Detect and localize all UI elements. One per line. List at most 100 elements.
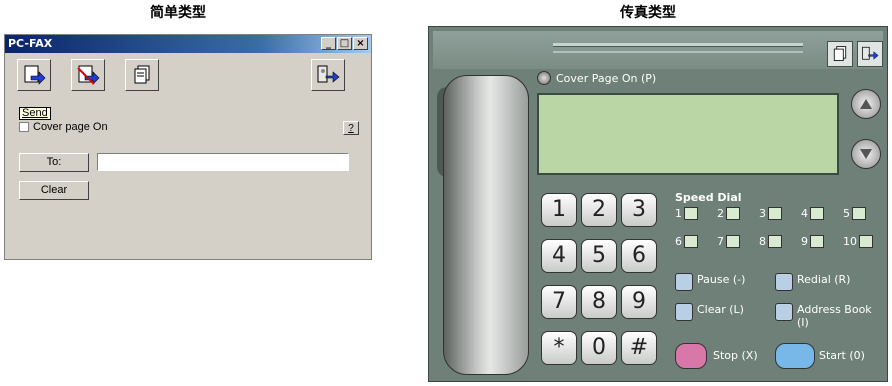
key-5[interactable]: 5 — [581, 239, 617, 273]
cancel-send-button[interactable] — [71, 59, 105, 91]
redial-label: Redial (R) — [797, 273, 851, 286]
pause-key[interactable] — [675, 273, 693, 291]
speed-dial-6[interactable]: 6 — [675, 235, 698, 248]
fax-style-button[interactable] — [125, 59, 159, 91]
speed-dial-10[interactable]: 10 — [843, 235, 873, 248]
cover-page-label: Cover page On — [33, 121, 108, 133]
to-field[interactable] — [97, 153, 349, 171]
speed-dial-label: 8 — [759, 235, 766, 248]
speed-dial-4[interactable]: 4 — [801, 207, 824, 220]
speed-dial-box[interactable] — [768, 207, 782, 220]
maximize-button[interactable]: □ — [337, 37, 352, 50]
key-star[interactable]: * — [541, 331, 577, 365]
document-icon — [833, 46, 847, 61]
triangle-down-icon — [860, 149, 872, 159]
speed-dial-label: 7 — [717, 235, 724, 248]
speed-dial-2[interactable]: 2 — [717, 207, 740, 220]
minimize-button[interactable]: _ — [321, 37, 336, 50]
document-icon — [134, 65, 150, 84]
key-1[interactable]: 1 — [541, 193, 577, 227]
speed-dial-label: 9 — [801, 235, 808, 248]
address-book-shortcut: (I) — [797, 316, 809, 329]
paper-slot — [553, 43, 803, 47]
fax-top-bar — [433, 31, 883, 69]
speed-dial-box[interactable] — [768, 235, 782, 248]
key-2[interactable]: 2 — [581, 193, 617, 227]
speed-dial-box[interactable] — [810, 207, 824, 220]
start-button[interactable] — [775, 343, 815, 369]
stop-button[interactable] — [675, 343, 707, 369]
clear-key[interactable] — [675, 303, 693, 321]
cover-page-checkbox[interactable] — [19, 122, 29, 132]
key-4[interactable]: 4 — [541, 239, 577, 273]
address-book-button[interactable]: Address Book (I) — [775, 303, 872, 329]
paper-slot-lower — [553, 51, 803, 53]
stop-label: Stop (X) — [713, 349, 758, 362]
address-book-label: Address Book — [797, 303, 872, 316]
triangle-up-icon — [860, 99, 872, 109]
key-3[interactable]: 3 — [621, 193, 657, 227]
speed-dial-box[interactable] — [810, 235, 824, 248]
cover-page-toggle[interactable]: Cover Page On (P) — [537, 71, 656, 85]
speed-dial-box[interactable] — [859, 235, 873, 248]
clear-button[interactable]: Clear — [19, 181, 89, 200]
key-7[interactable]: 7 — [541, 285, 577, 319]
pc-fax-fax-panel: Cover Page On (P) 1 2 3 4 5 6 7 8 9 * 0 … — [428, 26, 888, 382]
scroll-down-button[interactable] — [851, 139, 881, 169]
speed-dial-box[interactable] — [852, 207, 866, 220]
handset — [443, 75, 529, 375]
window-title: PC-FAX — [8, 37, 53, 50]
speed-dial-box[interactable] — [684, 235, 698, 248]
clear-label: Clear (L) — [697, 303, 744, 316]
speed-dial-label: 6 — [675, 235, 682, 248]
lcd-display — [537, 93, 839, 175]
speed-dial-label: 2 — [717, 207, 724, 220]
speed-dial-7[interactable]: 7 — [717, 235, 740, 248]
pause-label: Pause (-) — [697, 273, 746, 286]
exit-icon — [317, 65, 340, 83]
pause-button[interactable]: Pause (-) — [675, 273, 745, 291]
send-tooltip: Send — [19, 107, 51, 120]
key-6[interactable]: 6 — [621, 239, 657, 273]
speed-dial-box[interactable] — [684, 207, 698, 220]
speed-dial-label: 5 — [843, 207, 850, 220]
speed-dial-8[interactable]: 8 — [759, 235, 782, 248]
scroll-up-button[interactable] — [851, 89, 881, 119]
exit-icon — [862, 46, 879, 60]
start-label: Start (0) — [819, 349, 865, 362]
cover-page-text: Cover Page On (P) — [556, 71, 657, 85]
speed-dial-label: 4 — [801, 207, 808, 220]
speed-dial-1[interactable]: 1 — [675, 207, 698, 220]
close-button[interactable]: × — [353, 37, 368, 50]
simple-type-caption: 简单类型 — [150, 5, 206, 21]
speed-dial-5[interactable]: 5 — [843, 207, 866, 220]
speed-dial-label: 1 — [675, 207, 682, 220]
speed-dial-label: 10 — [843, 235, 857, 248]
send-button[interactable] — [17, 59, 51, 91]
address-book-key[interactable] — [775, 303, 793, 321]
redial-key[interactable] — [775, 273, 793, 291]
exit-button[interactable] — [311, 59, 345, 91]
speed-dial-title: Speed Dial — [675, 191, 742, 204]
speed-dial-box[interactable] — [726, 235, 740, 248]
cover-page-led-icon — [537, 71, 551, 85]
help-button[interactable]: ? — [343, 121, 359, 135]
pc-fax-simple-window: PC-FAX _ □ × Send Cover page On ? To: Cl… — [4, 34, 372, 260]
fax-exit-button[interactable] — [857, 41, 883, 67]
fax-type-caption: 传真类型 — [620, 5, 676, 21]
speed-dial-label: 3 — [759, 207, 766, 220]
fax-clear-button[interactable]: Clear (L) — [675, 303, 744, 321]
redial-button[interactable]: Redial (R) — [775, 273, 850, 291]
key-0[interactable]: 0 — [581, 331, 617, 365]
speed-dial-9[interactable]: 9 — [801, 235, 824, 248]
cancel-send-icon — [77, 65, 100, 85]
cover-page-option[interactable]: Cover page On — [19, 121, 108, 133]
key-8[interactable]: 8 — [581, 285, 617, 319]
to-button[interactable]: To: — [19, 153, 89, 172]
key-hash[interactable]: # — [621, 331, 657, 365]
title-bar: PC-FAX _ □ × — [5, 35, 371, 53]
speed-dial-3[interactable]: 3 — [759, 207, 782, 220]
speed-dial-box[interactable] — [726, 207, 740, 220]
key-9[interactable]: 9 — [621, 285, 657, 319]
simple-style-button[interactable] — [827, 41, 853, 67]
